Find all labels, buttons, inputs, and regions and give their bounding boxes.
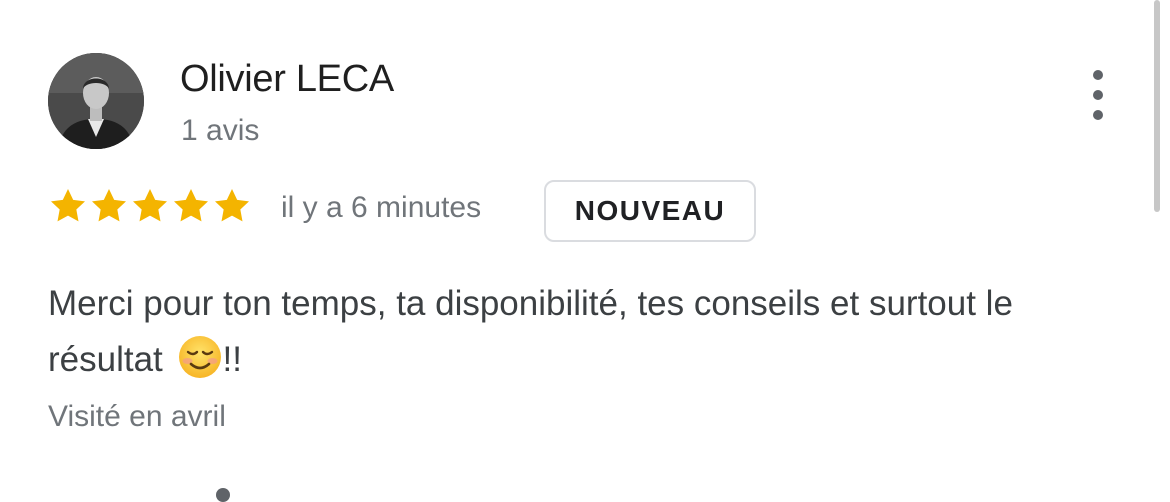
smiling-face-emoji-icon — [177, 334, 223, 380]
star-icon — [89, 186, 129, 226]
next-review-avatar-edge — [216, 488, 230, 502]
reviewer-name[interactable]: Olivier LECA — [180, 58, 394, 101]
visited-date: Visité en avril — [48, 400, 226, 433]
more-vert-icon-dot — [1093, 110, 1103, 120]
more-options-button[interactable] — [1082, 70, 1114, 120]
star-icon — [48, 186, 88, 226]
more-vert-icon-dot — [1093, 90, 1103, 100]
review-time: il y a 6 minutes — [281, 191, 482, 224]
more-vert-icon — [1093, 70, 1103, 80]
star-icon — [212, 186, 252, 226]
star-rating — [48, 182, 253, 230]
reviewer-review-count: 1 avis — [181, 114, 260, 147]
review-text: Merci pour ton temps, ta disponibilité, … — [48, 276, 1108, 388]
new-badge: NOUVEAU — [544, 180, 756, 242]
review-suffix: !! — [222, 340, 242, 379]
star-icon — [130, 186, 170, 226]
star-icon — [171, 186, 211, 226]
reviewer-avatar[interactable] — [48, 53, 144, 149]
scrollbar-thumb[interactable] — [1154, 0, 1160, 212]
